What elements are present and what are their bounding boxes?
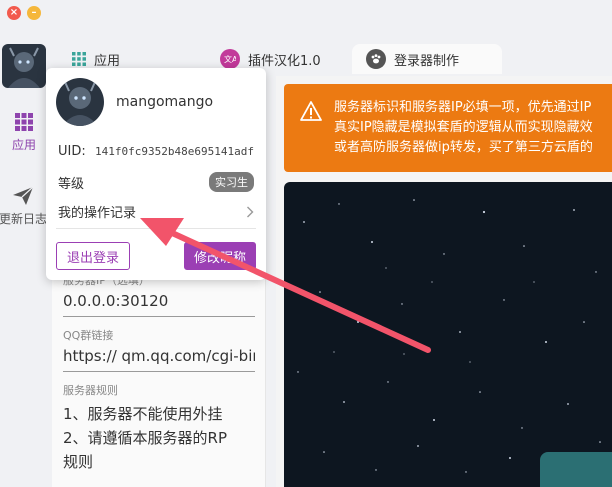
- rail-item-label: 应用: [11, 138, 36, 152]
- launcher-form: 服务器IP（选填） 0.0.0.0:30120 QQ群链接 https:// q…: [63, 272, 255, 474]
- starfield: [297, 199, 601, 479]
- warning-text: 服务器标识和服务器IP必填一项，优先通过IP 真实IP隐藏是模拟套盾的逻辑从而实…: [334, 98, 593, 158]
- rules-line: 2、请遵循本服务器的RP: [63, 429, 228, 447]
- rename-button[interactable]: 修改昵称: [184, 242, 256, 270]
- rules-label: 服务器规则: [63, 384, 118, 397]
- warning-line: 真实IP隐藏是模拟套盾的逻辑从而实现隐藏效: [334, 120, 593, 135]
- tab-launcher-maker[interactable]: 登录器制作: [352, 44, 502, 74]
- rail-item-changelog[interactable]: 更新日志: [0, 186, 50, 227]
- rail-item-label: 更新日志: [0, 212, 47, 226]
- warning-icon: [300, 101, 322, 121]
- operation-records-link[interactable]: 我的操作记录: [58, 202, 254, 221]
- ip-field[interactable]: 0.0.0.0:30120: [63, 288, 255, 317]
- qq-label: QQ群链接: [63, 329, 114, 342]
- tab-label: 插件汉化1.0: [248, 53, 321, 69]
- window-controls: × –: [7, 6, 41, 20]
- launch-button[interactable]: [540, 452, 612, 487]
- chevron-right-icon: [247, 206, 254, 217]
- minimize-window-button[interactable]: –: [27, 6, 41, 20]
- warning-line: 服务器标识和服务器IP必填一项，优先通过IP: [334, 100, 592, 115]
- paw-icon: [366, 49, 386, 69]
- logout-button[interactable]: 退出登录: [56, 242, 130, 270]
- qq-link-field[interactable]: https:// qm.qq.com/cgi-bin: [63, 343, 255, 372]
- popup-username: mangomango: [116, 94, 214, 110]
- rail-item-apps[interactable]: 应用: [0, 112, 48, 153]
- user-avatar[interactable]: [2, 44, 46, 88]
- popup-avatar: [56, 78, 104, 126]
- uid-value: 141f0fc9352b48e695141adf: [95, 145, 254, 158]
- warning-banner: 服务器标识和服务器IP必填一项，优先通过IP 真实IP隐藏是模拟套盾的逻辑从而实…: [284, 84, 612, 172]
- level-badge: 实习生: [209, 172, 254, 192]
- uid-row: UID: 141f0fc9352b48e695141adf: [58, 144, 254, 159]
- rules-line: 规则: [63, 453, 94, 471]
- level-label: 等级: [58, 176, 85, 192]
- tab-label: 登录器制作: [394, 53, 460, 69]
- user-profile-popup: mangomango UID: 141f0fc9352b48e695141adf…: [46, 68, 266, 280]
- translate-icon: 文A: [220, 49, 240, 69]
- records-label: 我的操作记录: [58, 206, 137, 221]
- close-window-button[interactable]: ×: [7, 6, 21, 20]
- uid-label: UID:: [58, 144, 86, 159]
- rules-field[interactable]: 1、服务器不能使用外挂 2、请遵循本服务器的RP 规则: [63, 402, 255, 474]
- grid-icon: [72, 52, 86, 66]
- warning-line: 或者高防服务器做ip转发，买了第三方云盾的: [334, 140, 593, 155]
- divider: [56, 228, 256, 229]
- grid-icon: [15, 113, 33, 131]
- svg-text:文A: 文A: [224, 54, 236, 64]
- level-row: 等级 实习生: [58, 172, 254, 192]
- launcher-preview-background: [284, 182, 612, 487]
- tab-label: 应用: [94, 53, 121, 69]
- side-rail: 应用 更新日志: [0, 30, 48, 487]
- send-icon: [13, 186, 34, 205]
- rules-line: 1、服务器不能使用外挂: [63, 405, 223, 423]
